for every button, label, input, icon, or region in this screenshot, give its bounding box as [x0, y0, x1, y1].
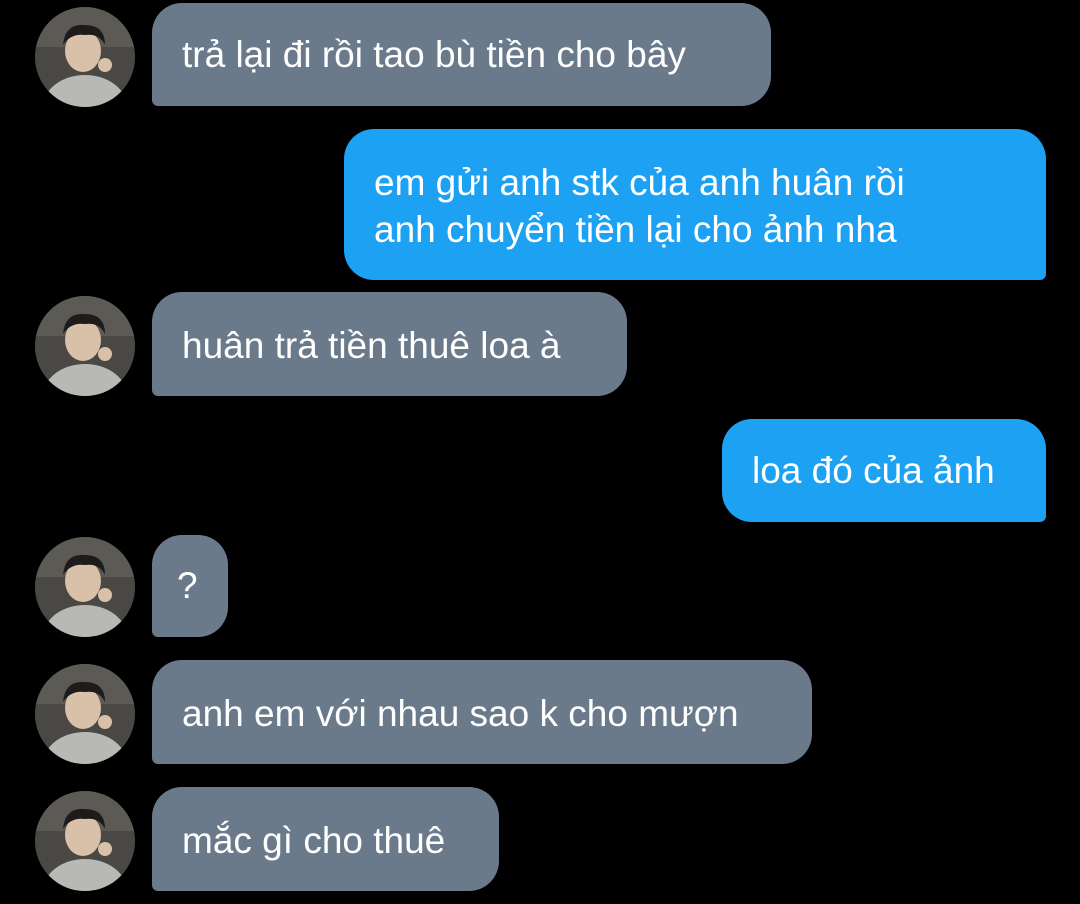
- contact-avatar-photo: [35, 791, 135, 891]
- message-bubble-outgoing[interactable]: loa đó của ảnh: [722, 419, 1046, 522]
- message-text: huân trả tiền thuê loa à: [182, 325, 561, 366]
- contact-avatar[interactable]: [35, 664, 135, 764]
- contact-avatar[interactable]: [35, 537, 135, 637]
- contact-avatar[interactable]: [35, 7, 135, 107]
- message-text: loa đó của ảnh: [752, 450, 995, 491]
- message-text-line: em gửi anh stk của anh huân rồi: [374, 162, 905, 203]
- contact-avatar-photo: [35, 537, 135, 637]
- contact-avatar[interactable]: [35, 296, 135, 396]
- message-text: trả lại đi rồi tao bù tiền cho bây: [182, 34, 686, 75]
- message-bubble-incoming[interactable]: ?: [152, 535, 228, 637]
- message-bubble-incoming[interactable]: anh em với nhau sao k cho mượn: [152, 660, 812, 764]
- contact-avatar-photo: [35, 296, 135, 396]
- message-text: anh em với nhau sao k cho mượn: [182, 693, 739, 734]
- contact-avatar[interactable]: [35, 791, 135, 891]
- message-bubble-incoming[interactable]: huân trả tiền thuê loa à: [152, 292, 627, 396]
- contact-avatar-photo: [35, 7, 135, 107]
- message-bubble-incoming[interactable]: mắc gì cho thuê: [152, 787, 499, 891]
- contact-avatar-photo: [35, 664, 135, 764]
- message-bubble-incoming[interactable]: trả lại đi rồi tao bù tiền cho bây: [152, 3, 771, 106]
- message-text: ?: [177, 565, 198, 606]
- message-text-line: anh chuyển tiền lại cho ảnh nha: [374, 209, 897, 250]
- message-text: mắc gì cho thuê: [182, 820, 446, 861]
- message-bubble-outgoing[interactable]: em gửi anh stk của anh huân rồi anh chuy…: [344, 129, 1046, 280]
